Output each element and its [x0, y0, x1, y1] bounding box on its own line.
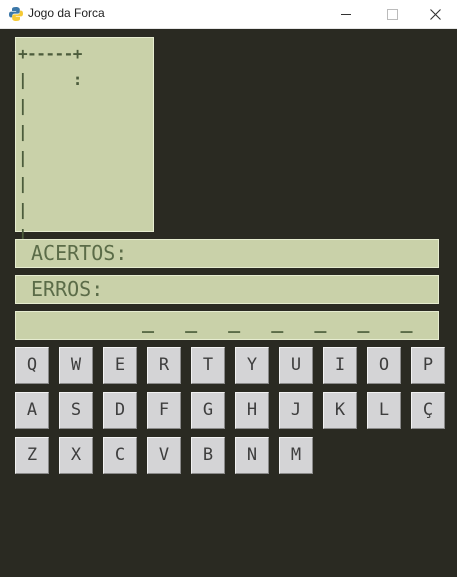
- key-button[interactable]: L: [367, 392, 401, 429]
- key-button[interactable]: D: [103, 392, 137, 429]
- minimize-icon: [341, 13, 351, 15]
- key-button[interactable]: R: [147, 347, 181, 384]
- key-button[interactable]: G: [191, 392, 225, 429]
- key-button[interactable]: M: [279, 437, 313, 474]
- key-button[interactable]: N: [235, 437, 269, 474]
- errors-panel: ERROS:: [15, 275, 439, 304]
- key-button[interactable]: V: [147, 437, 181, 474]
- window-title: Jogo da Forca: [28, 6, 105, 20]
- key-button[interactable]: S: [59, 392, 93, 429]
- gallows-ascii: +-----+ | : | | | | | |: [18, 44, 82, 245]
- key-button[interactable]: C: [103, 437, 137, 474]
- python-icon: [9, 7, 23, 21]
- key-button[interactable]: X: [59, 437, 93, 474]
- word-panel: _ _ _ _ _ _ _: [15, 309, 439, 340]
- key-button[interactable]: U: [279, 347, 313, 384]
- key-button[interactable]: I: [323, 347, 357, 384]
- key-button[interactable]: F: [147, 392, 181, 429]
- key-button[interactable]: O: [367, 347, 401, 384]
- key-button[interactable]: B: [191, 437, 225, 474]
- title-bar: Jogo da Forca: [0, 0, 457, 29]
- hits-label: ACERTOS:: [31, 241, 128, 265]
- close-icon: [429, 8, 441, 20]
- key-button[interactable]: Q: [15, 347, 49, 384]
- key-button[interactable]: T: [191, 347, 225, 384]
- key-button[interactable]: W: [59, 347, 93, 384]
- gallows-display: +-----+ | : | | | | | |: [15, 37, 154, 245]
- key-button[interactable]: K: [323, 392, 357, 429]
- key-button[interactable]: Ç: [411, 392, 445, 429]
- maximize-button[interactable]: [369, 0, 415, 28]
- hidden-word: _ _ _ _ _ _ _: [142, 309, 423, 333]
- maximize-icon: [386, 8, 398, 20]
- minimize-button[interactable]: [323, 0, 369, 28]
- key-button[interactable]: P: [411, 347, 445, 384]
- key-button[interactable]: Y: [235, 347, 269, 384]
- key-button[interactable]: A: [15, 392, 49, 429]
- close-button[interactable]: [413, 0, 457, 28]
- hits-panel: ACERTOS:: [15, 239, 439, 268]
- key-button[interactable]: E: [103, 347, 137, 384]
- errors-label: ERROS:: [31, 277, 104, 301]
- key-button[interactable]: J: [279, 392, 313, 429]
- key-button[interactable]: Z: [15, 437, 49, 474]
- key-button[interactable]: H: [235, 392, 269, 429]
